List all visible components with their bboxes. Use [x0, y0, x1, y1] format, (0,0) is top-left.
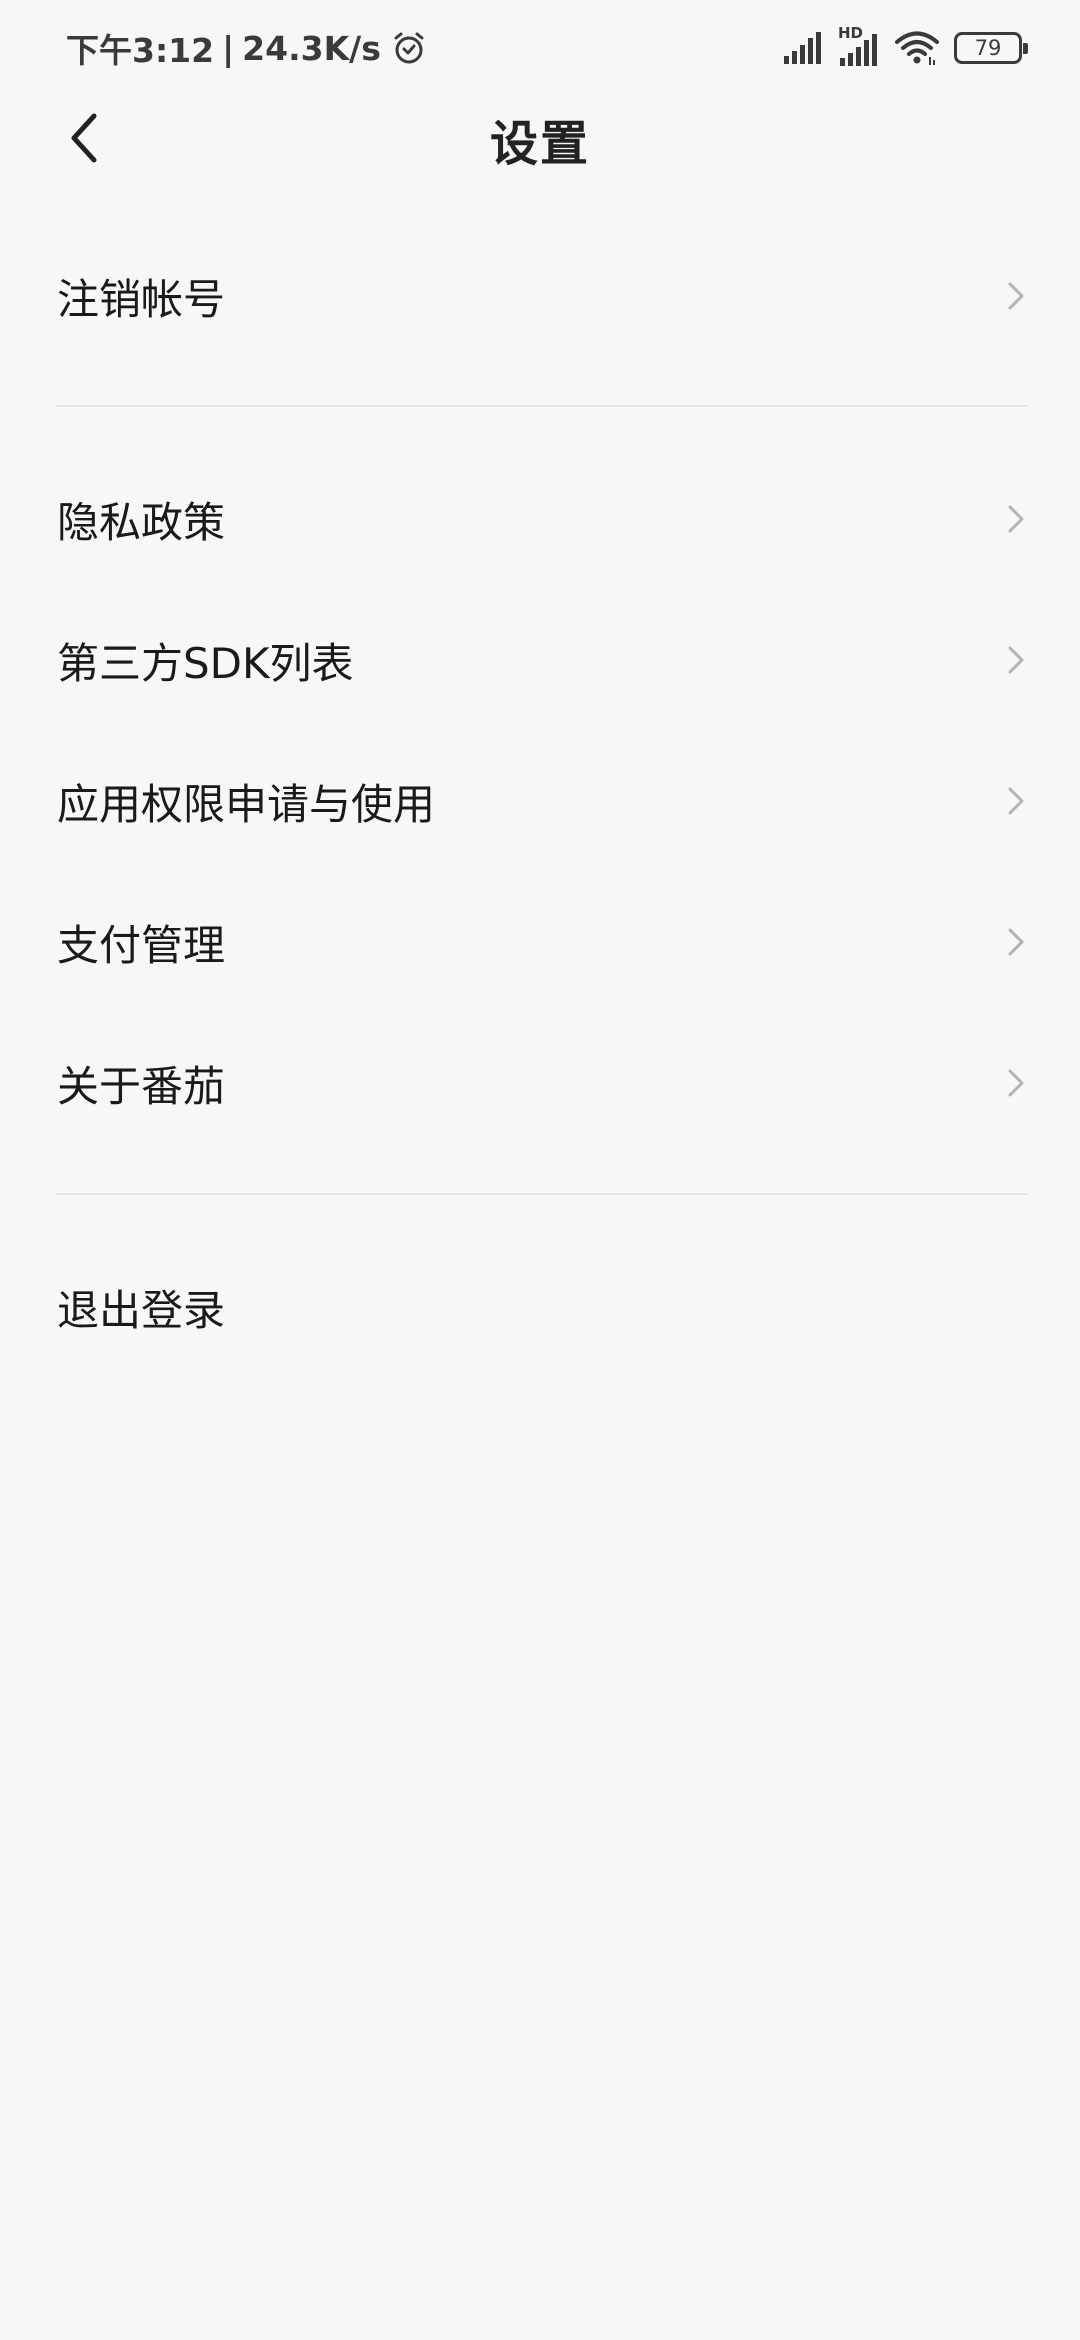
settings-item-third-party-sdk[interactable]: 第三方SDK列表 [0, 600, 1080, 720]
status-bar: 下午3:12 | 24.3K/s HD 79 [0, 0, 1080, 96]
item-label: 隐私政策 [57, 497, 226, 547]
battery-icon: 79 [954, 32, 1028, 64]
item-label: 关于番茄 [57, 1061, 226, 1111]
status-right: HD 79 [782, 24, 1028, 70]
hd-signal-icon: HD [838, 24, 880, 68]
item-label: 第三方SDK列表 [57, 638, 354, 688]
hd-badge: HD [838, 24, 864, 42]
item-label: 注销帐号 [57, 274, 226, 324]
item-label: 应用权限申请与使用 [57, 779, 436, 829]
settings-item-privacy-policy[interactable]: 隐私政策 [0, 459, 1080, 579]
settings-screen: 下午3:12 | 24.3K/s HD 79 设置 注销帐号 隐私政策 第三方S… [0, 0, 1080, 2340]
battery-tip [1023, 43, 1028, 54]
signal-icon [784, 32, 821, 64]
logout-label: 退出登录 [57, 1285, 226, 1335]
chevron-right-icon [1008, 1069, 1024, 1097]
chevron-right-icon [1008, 282, 1024, 310]
header: 设置 [0, 96, 1080, 180]
wifi-icon [895, 31, 939, 65]
settings-item-deregister-account[interactable]: 注销帐号 [0, 236, 1080, 356]
battery-level: 79 [974, 36, 1002, 60]
settings-item-app-permissions[interactable]: 应用权限申请与使用 [0, 741, 1080, 861]
alarm-icon [394, 32, 424, 64]
status-time: 下午3:12 [66, 31, 215, 70]
settings-item-payment-management[interactable]: 支付管理 [0, 882, 1080, 1002]
item-label: 支付管理 [57, 920, 226, 970]
chevron-right-icon [1008, 505, 1024, 533]
status-left: 下午3:12 | 24.3K/s [66, 26, 427, 70]
section-divider [55, 1193, 1027, 1195]
network-speed: 24.3K/s [242, 28, 381, 68]
chevron-right-icon [1008, 928, 1024, 956]
logout-button[interactable]: 退出登录 [0, 1247, 1080, 1367]
chevron-right-icon [1008, 787, 1024, 815]
chevron-right-icon [1008, 646, 1024, 674]
status-separator: | [222, 28, 235, 68]
section-divider [55, 405, 1027, 407]
page-title: 设置 [489, 116, 590, 172]
settings-item-about[interactable]: 关于番茄 [0, 1023, 1080, 1143]
